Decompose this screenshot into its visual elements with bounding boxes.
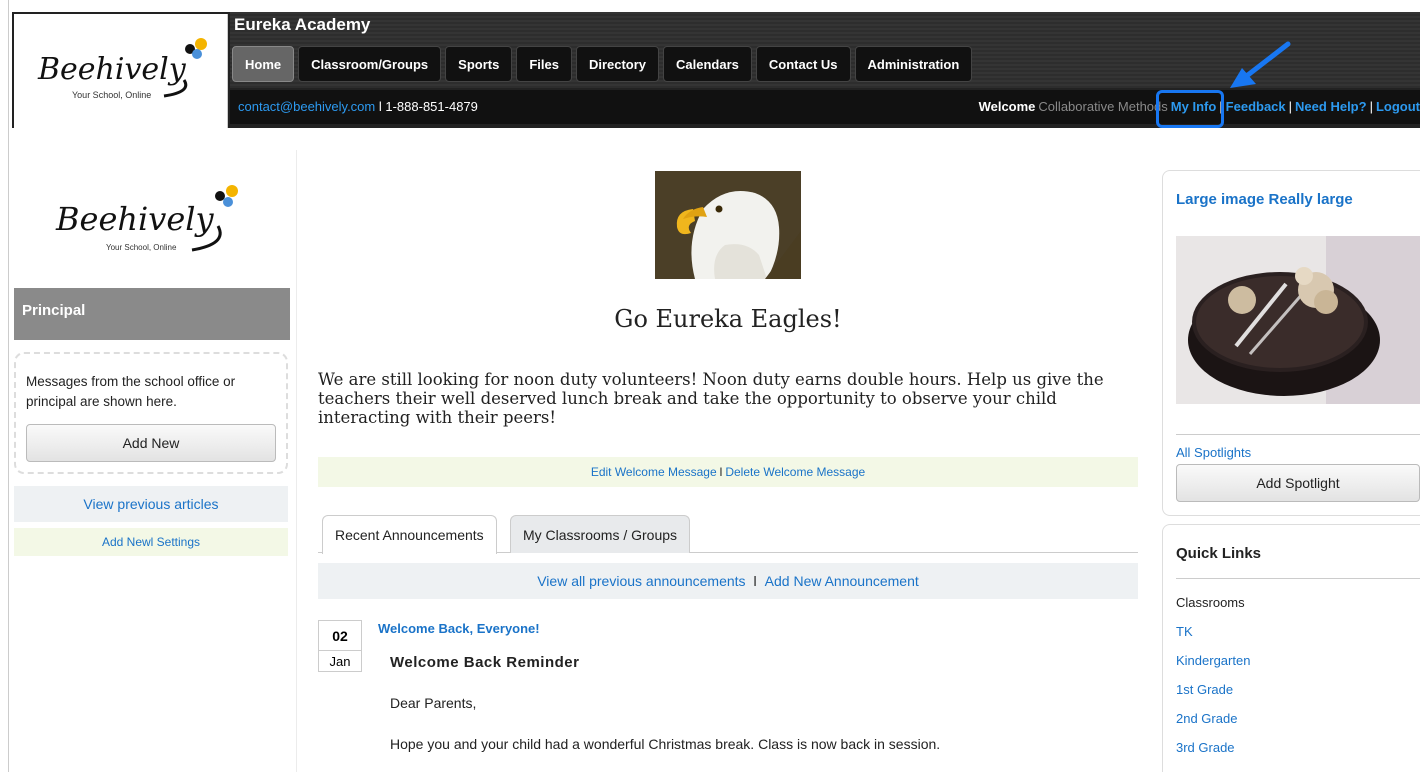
date-month: Jan (329, 654, 351, 669)
quick-link-tk[interactable]: TK (1176, 624, 1250, 653)
my-info-highlight (1156, 90, 1224, 128)
contact-email-link[interactable]: contact@beehively.com (238, 99, 375, 114)
welcome-message: We are still looking for noon duty volun… (318, 370, 1104, 427)
logo-text: Beehively (55, 200, 214, 238)
eagle-image (655, 171, 801, 279)
add-new-button[interactable]: Add New (26, 424, 276, 462)
main-nav: Home Classroom/Groups Sports Files Direc… (232, 46, 973, 82)
logo-tagline: Your School, Online (106, 243, 177, 252)
page-border (8, 0, 9, 772)
nav-sports[interactable]: Sports (445, 46, 513, 82)
announcement-actions-bar: View all previous announcements l Add Ne… (318, 563, 1138, 599)
divider (1176, 578, 1420, 579)
add-spotlight-button[interactable]: Add Spotlight (1176, 464, 1420, 502)
separator: | (1288, 99, 1293, 114)
separator: l (719, 465, 723, 479)
spotlight-title-link[interactable]: Large image Really large (1176, 191, 1353, 208)
divider (1176, 434, 1420, 435)
announcement-title-link[interactable]: Welcome Back, Everyone! (378, 621, 540, 636)
quick-link-3rd-grade[interactable]: 3rd Grade (1176, 740, 1250, 769)
nav-contact-us[interactable]: Contact Us (755, 46, 851, 82)
contact-info: contact@beehively.com l 1-888-851-4879 (238, 99, 478, 114)
date-day: 02 (319, 621, 361, 651)
view-all-announcements-link[interactable]: View all previous announcements (537, 573, 745, 589)
nav-files[interactable]: Files (516, 46, 572, 82)
cake-image[interactable] (1176, 236, 1420, 404)
separator: | (1369, 99, 1373, 114)
separator: l (753, 573, 757, 589)
add-announcement-link[interactable]: Add New Announcement (765, 573, 919, 589)
quick-links-title: Quick Links (1176, 545, 1262, 562)
user-name: Collaborative Methods (1038, 99, 1168, 114)
nav-administration[interactable]: Administration (854, 46, 973, 82)
logo-text: Beehively (37, 52, 187, 87)
nav-calendars[interactable]: Calendars (663, 46, 752, 82)
school-name: Eureka Academy (234, 15, 371, 34)
sidebar-logo: Beehively Your School, Online (14, 152, 288, 286)
welcome-label: Welcome (978, 99, 1036, 114)
view-previous-articles-link[interactable]: View previous articles (14, 486, 288, 522)
edit-welcome-link[interactable]: Edit Welcome Message (591, 465, 717, 479)
tab-my-classrooms-groups[interactable]: My Classrooms / Groups (510, 515, 691, 553)
quick-link-kindergarten[interactable]: Kindergarten (1176, 653, 1250, 682)
beehively-logo-icon: Beehively Your School, Online (55, 185, 238, 252)
delete-welcome-link[interactable]: Delete Welcome Message (725, 465, 865, 479)
header-logo[interactable]: Beehively Your School, Online (14, 14, 228, 128)
nav-classroom-groups[interactable]: Classroom/Groups (298, 46, 442, 82)
need-help-link[interactable]: Need Help? (1295, 99, 1367, 114)
announcement-heading: Welcome Back Reminder (390, 654, 580, 671)
beehively-logo-icon: Beehively Your School, Online (37, 38, 207, 100)
quick-links-list: Classrooms TK Kindergarten 1st Grade 2nd… (1176, 595, 1250, 769)
logout-link[interactable]: Logout (1376, 99, 1420, 114)
principal-section-title: Principal (14, 288, 290, 340)
tab-recent-announcements[interactable]: Recent Announcements (322, 515, 497, 554)
header-subbar: contact@beehively.com l 1-888-851-4879 W… (230, 90, 1420, 124)
contact-phone: l 1-888-851-4879 (375, 99, 478, 114)
annotation-arrow-icon (1230, 41, 1291, 88)
feedback-link[interactable]: Feedback (1226, 99, 1286, 114)
add-new-settings-link[interactable]: Add Newl Settings (14, 528, 288, 556)
welcome-title: Go Eureka Eagles! (614, 305, 842, 333)
principal-message-box: Messages from the school office or princ… (14, 352, 288, 474)
column-divider (296, 150, 297, 772)
announcement-paragraph: Hope you and your child had a wonderful … (390, 736, 941, 752)
principal-message: Messages from the school office or princ… (26, 374, 236, 409)
announcement-tabs: Recent Announcements My Classrooms / Gro… (318, 515, 1138, 554)
welcome-actions-bar: Edit Welcome Message l Delete Welcome Me… (318, 457, 1138, 487)
announcement-paragraph: Dear Parents, (390, 695, 477, 711)
all-spotlights-link[interactable]: All Spotlights (1176, 445, 1251, 460)
quick-link-1st-grade[interactable]: 1st Grade (1176, 682, 1250, 711)
quick-link-2nd-grade[interactable]: 2nd Grade (1176, 711, 1250, 740)
nav-home[interactable]: Home (232, 46, 295, 82)
announcement-date: 02 Jan (318, 620, 362, 672)
nav-directory[interactable]: Directory (575, 46, 660, 82)
logo-tagline: Your School, Online (72, 90, 151, 100)
quick-links-header: Classrooms (1176, 595, 1245, 610)
